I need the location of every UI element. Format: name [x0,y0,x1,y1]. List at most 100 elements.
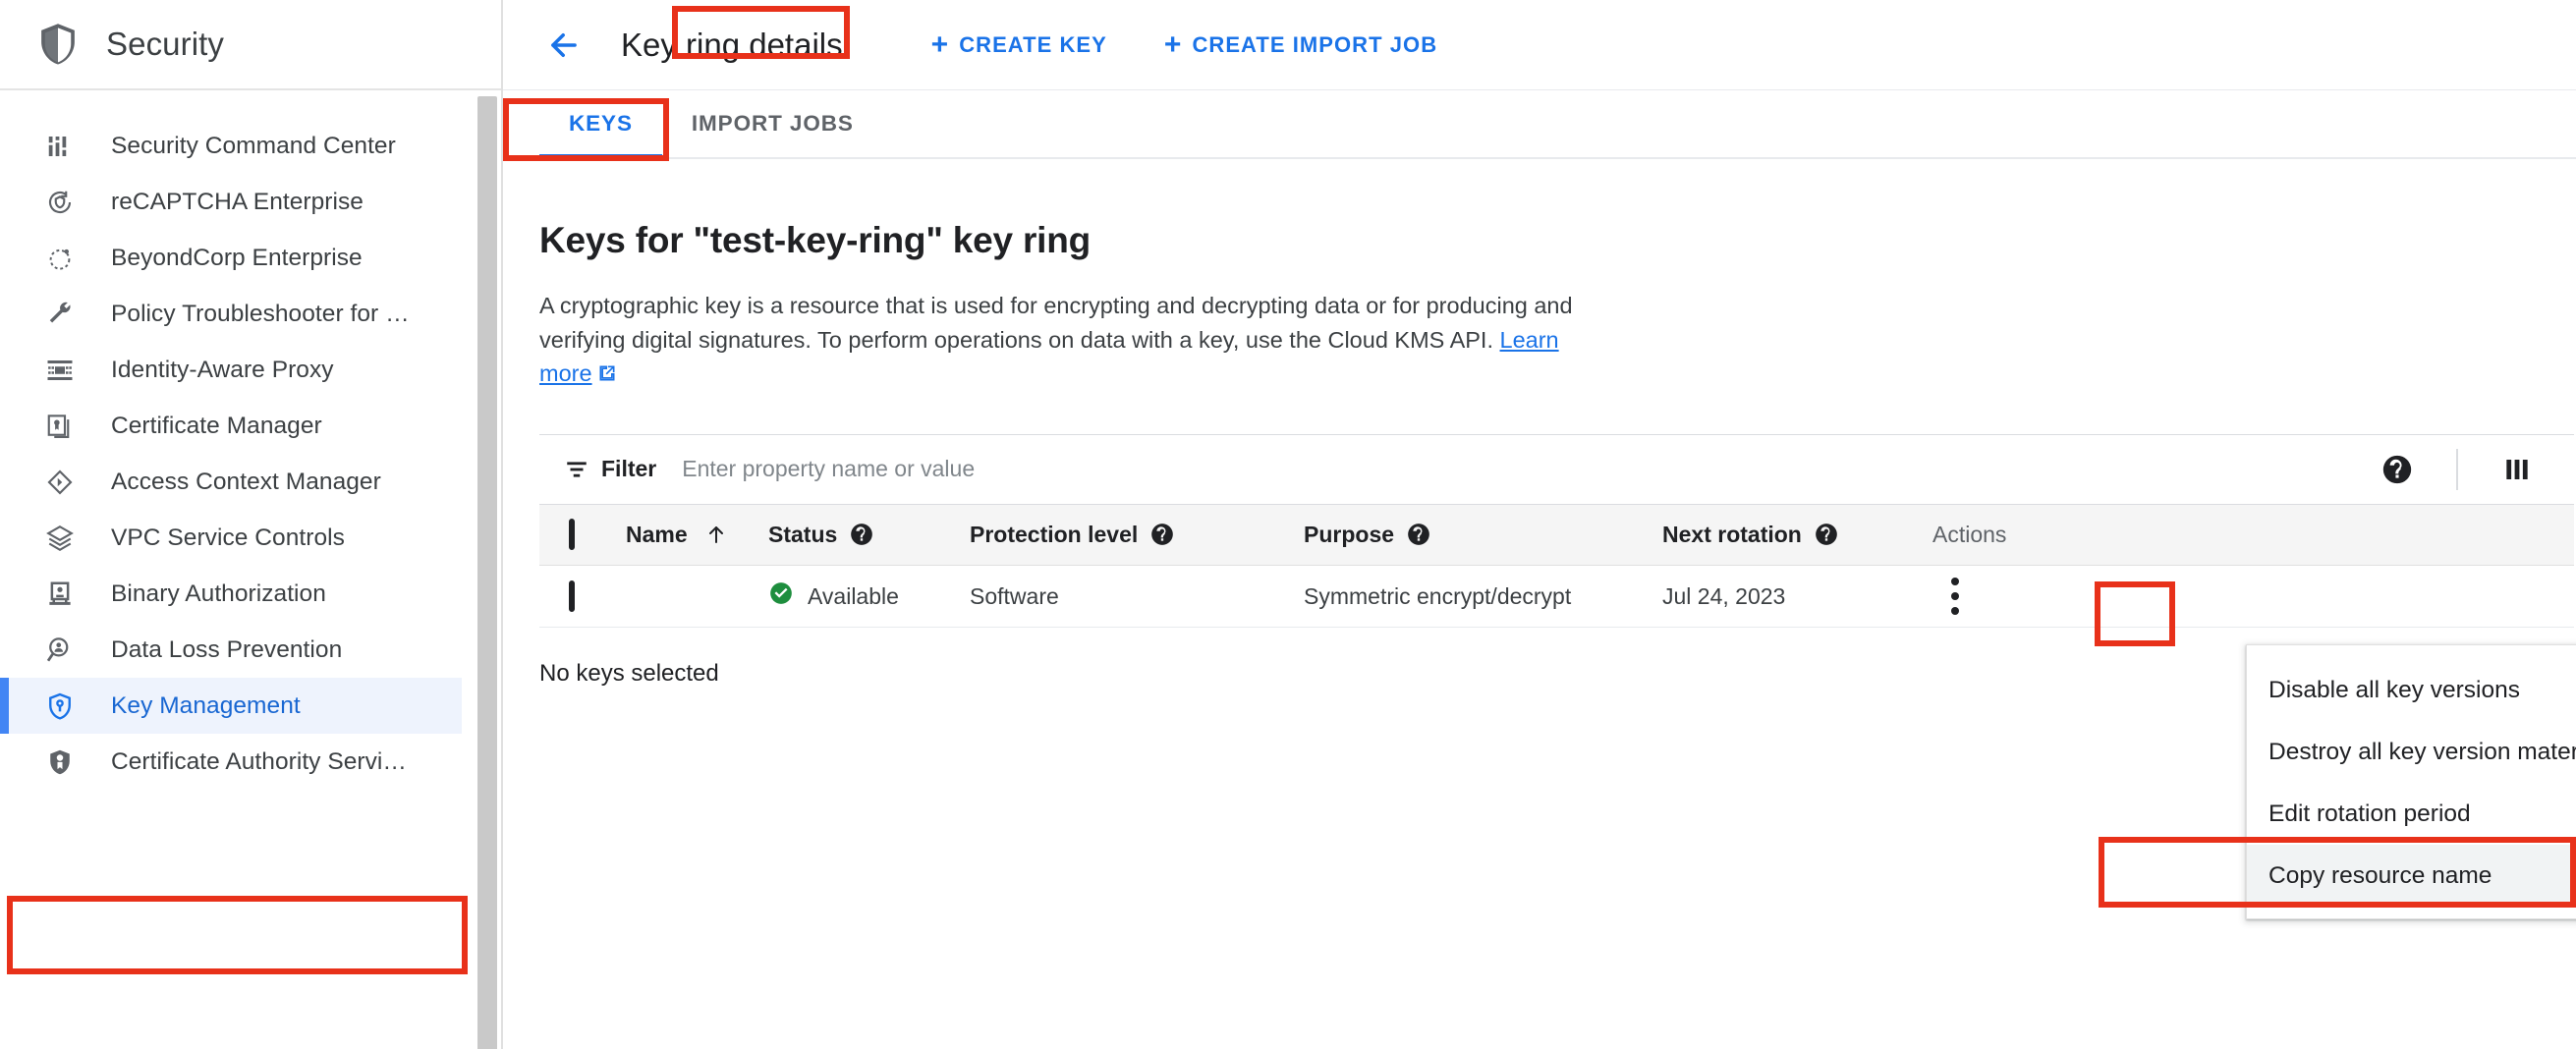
tab-keys-label: KEYS [569,111,633,136]
help-icon[interactable] [849,522,874,547]
app-root: Security Security Command Center reCAPTC… [0,0,2576,1049]
sidebar-item-label: BeyondCorp Enterprise [111,244,363,271]
sidebar-item-label: Identity-Aware Proxy [111,356,334,383]
sidebar-item-beyondcorp-enterprise[interactable]: BeyondCorp Enterprise [0,230,501,286]
page-title: Key ring details [621,26,843,63]
certificate-icon [41,408,79,445]
column-header-select-all [539,504,626,567]
kebab-menu-icon[interactable] [1932,571,1978,622]
proxy-icon [41,352,79,389]
sidebar-item-label: reCAPTCHA Enterprise [111,188,364,215]
help-icon[interactable] [1406,522,1431,547]
row-actions-cell [1932,565,2574,629]
recaptcha-icon [41,184,79,221]
menu-item-edit-rotation-period[interactable]: Edit rotation period [2247,783,2576,845]
table-row[interactable]: Available Software Symmetric encrypt/dec… [539,565,2574,629]
magnifier-person-icon [41,632,79,669]
column-header-next-rotation-label: Next rotation [1662,521,1802,547]
plus-icon: + [1163,28,1183,61]
column-header-protection-level: Protection level [970,504,1304,567]
sidebar-scrollbar[interactable] [477,90,499,1049]
column-header-purpose-label: Purpose [1304,521,1395,547]
top-bar: Key ring details + CREATE KEY + CREATE I… [503,0,2576,90]
key-shield-icon [41,688,79,725]
sidebar-item-recaptcha-enterprise[interactable]: reCAPTCHA Enterprise [0,174,501,230]
sidebar-item-certificate-authority-service[interactable]: Certificate Authority Servi… [0,734,501,790]
create-import-job-label: CREATE IMPORT JOB [1192,31,1438,57]
shield-icon [35,22,81,67]
sidebar-item-certificate-manager[interactable]: Certificate Manager [0,398,501,454]
row-select-cell [539,565,626,629]
row-next-rotation-cell: Jul 24, 2023 [1662,565,1932,629]
keys-table: Name Status Protection level Purpose Nex… [539,504,2574,629]
help-icon[interactable] [1149,522,1175,547]
dashboard-icon [41,128,79,165]
row-checkbox[interactable] [569,580,575,612]
search-input[interactable] [682,456,1469,483]
column-header-name[interactable]: Name [626,504,768,567]
filter-left: Filter [539,456,1469,483]
sidebar-item-label: Certificate Manager [111,412,322,439]
main-content: Key ring details + CREATE KEY + CREATE I… [503,0,2576,1049]
sidebar-scrollbar-thumb[interactable] [477,96,497,1049]
sidebar-item-label: Certificate Authority Servi… [111,747,407,775]
sidebar-item-label: Key Management [111,691,301,719]
section-description-text: A cryptographic key is a resource that i… [539,293,1573,353]
tab-import-jobs[interactable]: IMPORT JOBS [662,90,883,157]
sort-ascending-icon [704,523,728,546]
column-header-status-label: Status [768,521,838,547]
arrow-left-icon[interactable] [539,21,588,70]
section-heading: Keys for "test-key-ring" key ring [539,220,1092,260]
binary-auth-icon [41,576,79,613]
help-icon[interactable] [2370,442,2425,497]
row-purpose-cell: Symmetric encrypt/decrypt [1304,565,1662,629]
tab-bar: KEYS IMPORT JOBS [503,90,2576,159]
sidebar-item-label: Policy Troubleshooter for … [111,300,410,327]
status-badge: Available [808,582,899,609]
row-status-cell: Available [768,565,970,629]
tab-import-jobs-label: IMPORT JOBS [691,111,854,136]
actions-dropdown-menu: Disable all key versions Destroy all key… [2246,644,2576,919]
sidebar-item-access-context-manager[interactable]: Access Context Manager [0,454,501,510]
diamond-icon [41,464,79,501]
sidebar-nav: Security Command Center reCAPTCHA Enterp… [0,90,501,1049]
column-header-next-rotation: Next rotation [1662,504,1932,567]
keys-table-body: Available Software Symmetric encrypt/dec… [539,565,2574,629]
menu-item-destroy-all-key-version-material[interactable]: Destroy all key version material [2247,721,2576,783]
create-import-job-button[interactable]: + CREATE IMPORT JOB [1150,28,1451,61]
sidebar-item-label: Security Command Center [111,132,396,159]
filter-icon[interactable] [564,457,589,482]
column-header-status: Status [768,504,970,567]
divider [2456,448,2458,490]
create-key-button[interactable]: + CREATE KEY [918,28,1121,61]
sidebar-item-policy-troubleshooter[interactable]: Policy Troubleshooter for … [0,286,501,342]
sidebar-item-vpc-service-controls[interactable]: VPC Service Controls [0,510,501,566]
help-icon[interactable] [1814,522,1839,547]
sidebar-item-security-command-center[interactable]: Security Command Center [0,118,501,174]
sidebar-item-label: Access Context Manager [111,468,381,495]
section-description: A cryptographic key is a resource that i… [539,289,1581,393]
filter-bar: Filter [539,433,2574,505]
column-header-actions: Actions [1932,504,2574,567]
menu-item-label: Copy resource name [2268,861,2492,889]
select-all-checkbox[interactable] [569,518,575,550]
sidebar-item-binary-authorization[interactable]: Binary Authorization [0,566,501,622]
menu-item-disable-all-key-versions[interactable]: Disable all key versions [2247,659,2576,721]
sidebar-item-data-loss-prevention[interactable]: Data Loss Prevention [0,622,501,678]
tab-keys[interactable]: KEYS [539,90,662,159]
layers-icon [41,520,79,557]
column-settings-icon[interactable] [2490,442,2545,497]
plus-icon: + [930,28,950,61]
sidebar-item-label: Data Loss Prevention [111,635,343,663]
sidebar-item-identity-aware-proxy[interactable]: Identity-Aware Proxy [0,342,501,398]
menu-item-copy-resource-name[interactable]: Copy resource name [2247,845,2576,907]
beyondcorp-icon [41,240,79,277]
filter-right [2370,442,2574,497]
filter-label: Filter [601,456,657,482]
sidebar-item-label: Binary Authorization [111,580,326,607]
column-header-name-label: Name [626,521,688,547]
column-header-purpose: Purpose [1304,504,1662,567]
sidebar-item-key-management[interactable]: Key Management [0,678,462,734]
sidebar: Security Security Command Center reCAPTC… [0,0,503,1049]
sidebar-app-title: Security [106,26,225,62]
